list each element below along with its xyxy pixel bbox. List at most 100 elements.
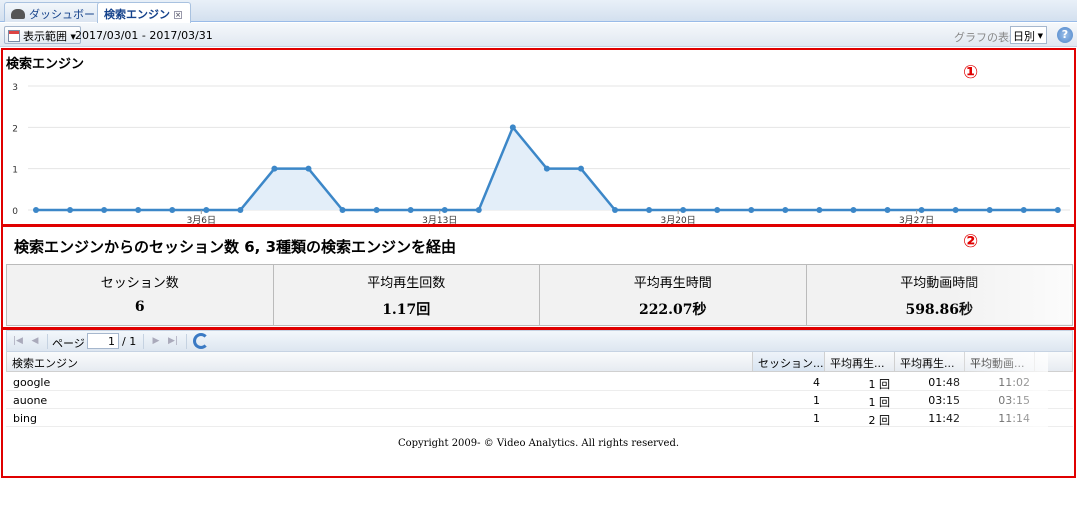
table-row[interactable]: bing 1 2 回 11:42 11:14 [6,409,1073,427]
metric-avg-plays: 平均再生回数 1.17回 [274,265,540,325]
toolbar-separator [186,334,187,349]
page-total: / 1 [122,335,137,348]
data-point [986,207,993,213]
last-page-icon[interactable]: ▶| [166,334,180,348]
calendar-icon [8,30,20,42]
metric-label: 平均再生時間 [633,276,712,291]
column-header-avg-plays[interactable]: 平均再生... [825,352,895,371]
metric-label: 平均再生回数 [367,276,446,291]
data-point [305,165,312,172]
data-point [339,207,346,213]
help-icon[interactable]: ? [1057,27,1073,43]
data-point [952,207,959,213]
column-header-avg-play-time[interactable]: 平均再生... [895,352,965,371]
cell-avg-play-time: 03:15 [928,394,960,407]
metric-value: 6 [134,299,145,315]
x-tick-label: 3月20日 [661,215,696,224]
data-point [271,165,278,172]
y-tick-label: 2 [12,124,18,134]
toolbar-separator [143,334,144,349]
cell-sessions: 4 [813,376,820,389]
x-tick-label: 3月13日 [422,215,457,224]
display-range-label: 表示範囲 [23,30,67,43]
tab-search-engine[interactable]: 検索エンジン × [97,2,191,23]
metric-sessions: セッション数 6 [7,265,274,325]
cell-avg-video-time: 03:15 [998,394,1030,407]
page-number-input[interactable] [87,333,119,349]
metric-value: 1.17回 [382,302,431,318]
data-point [475,207,482,213]
tab-bar: ダッシュボード 検索エンジン × [0,0,1077,23]
refresh-icon[interactable] [193,333,209,349]
x-tick-label: 3月6日 [187,215,216,224]
graph-interval-select[interactable]: 日別 ▼ [1010,26,1047,44]
table-row[interactable]: auone 1 1 回 03:15 03:15 [6,391,1073,409]
data-point [101,207,108,213]
data-point [816,207,823,213]
data-point [203,207,210,213]
data-point [577,165,584,172]
data-point [543,165,550,172]
toolbar-separator [47,334,48,349]
pagination-toolbar: |◀ ◀ ページ / 1 ▶ ▶| [6,330,1073,352]
data-point [1020,207,1027,213]
close-icon[interactable]: × [174,11,182,19]
metric-value: 598.86秒 [905,302,974,318]
data-point [169,207,176,213]
cell-avg-play-time: 01:48 [928,376,960,389]
cell-avg-play-time: 11:42 [928,412,960,425]
metric-label: セッション数 [100,276,179,291]
chevron-down-icon: ▼ [1037,32,1043,40]
x-tick-label: 3月27日 [899,215,934,224]
metric-label: 平均動画時間 [900,276,979,291]
marker-2: ② [963,231,979,252]
data-point [1054,207,1061,213]
summary-heading: 検索エンジンからのセッション数 6, 3種類の検索エンジンを経由 [14,238,457,256]
cell-avg-plays: 1 回 [868,378,891,391]
data-point [918,207,925,213]
data-point [680,207,687,213]
data-point [612,207,619,213]
metric-value: 222.07秒 [638,302,707,318]
column-header-sessions[interactable]: セッション... [753,352,825,371]
y-tick-label: 0 [12,207,18,217]
page-label: ページ [52,337,85,350]
data-point [135,207,142,213]
data-point [714,207,721,213]
cell-engine: auone [13,394,48,407]
tab-dashboard-label: ダッシュボード [29,8,106,21]
table-row[interactable]: google 4 1 回 01:48 11:02 [6,373,1073,391]
graph-interval-value: 日別 [1013,30,1035,43]
copyright-text: Copyright 2009- © Video Analytics. All r… [397,438,680,449]
data-point [441,207,448,213]
cell-avg-video-time: 11:14 [998,412,1030,425]
cell-avg-plays: 2 回 [868,414,891,427]
chart-title: 検索エンジン [6,57,85,72]
dashboard-icon [11,9,25,19]
cell-engine: bing [13,412,37,425]
cell-avg-video-time: 11:02 [998,376,1030,389]
column-header-engine[interactable]: 検索エンジン [7,352,753,371]
data-point [407,207,414,213]
tab-search-engine-label: 検索エンジン [104,8,170,21]
first-page-icon[interactable]: |◀ [11,334,25,348]
toolbar: 表示範囲 ▼ 2017/03/01 - 2017/03/31 グラフの表示 日別… [0,23,1077,47]
data-point [67,207,74,213]
cell-sessions: 1 [813,412,820,425]
grid-header: 検索エンジン セッション... 平均再生... 平均再生... 平均動画... [6,352,1073,372]
column-header-avg-video-time[interactable]: 平均動画... [965,352,1035,371]
metrics-panel: セッション数 6 平均再生回数 1.17回 平均再生時間 222.07秒 平均動… [6,264,1073,326]
display-range-button[interactable]: 表示範囲 ▼ [4,26,81,44]
cell-avg-plays: 1 回 [868,396,891,409]
data-point [373,207,380,213]
metric-avg-play-time: 平均再生時間 222.07秒 [540,265,807,325]
data-point [884,207,891,213]
cell-engine: google [13,376,51,389]
prev-page-icon[interactable]: ◀ [28,334,42,348]
data-point [33,207,39,213]
y-tick-label: 3 [12,83,18,93]
data-point [237,207,244,213]
next-page-icon[interactable]: ▶ [149,334,163,348]
data-point [509,124,516,131]
data-point [646,207,653,213]
